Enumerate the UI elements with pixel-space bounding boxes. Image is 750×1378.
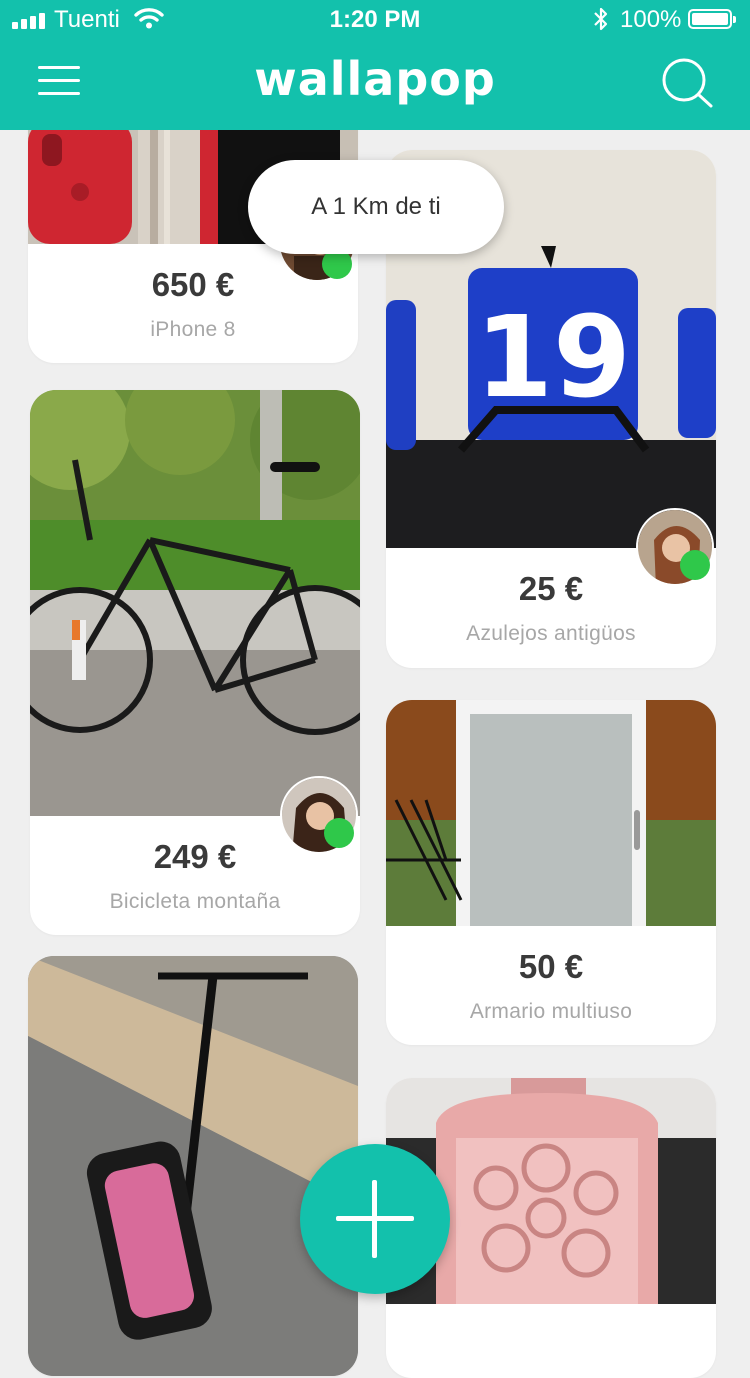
wallapop-logo: wallapop (254, 52, 496, 106)
product-title: iPhone 8 (150, 318, 236, 341)
product-title: Armario multiuso (469, 1000, 633, 1023)
product-price: 25 € (518, 570, 584, 607)
search-icon[interactable] (660, 58, 716, 110)
tile-number: 19 (475, 293, 631, 423)
product-image (30, 390, 360, 816)
product-price: 249 € (153, 838, 237, 875)
status-bar: Tuenti 1:20 PM 100% (0, 0, 750, 40)
product-title: Bicicleta montaña (109, 890, 281, 913)
top-bar: Tuenti 1:20 PM 100% wallapop (0, 0, 750, 130)
product-card[interactable]: 50 € Armario multiuso (386, 700, 716, 1045)
product-card[interactable] (28, 956, 358, 1376)
product-price: 50 € (518, 948, 584, 985)
battery-percentage: 100% (620, 6, 682, 33)
product-title: Azulejos antigüos (466, 622, 636, 645)
battery-icon (688, 9, 736, 29)
product-image (386, 700, 716, 926)
add-product-button[interactable] (300, 1144, 450, 1294)
bluetooth-icon (594, 7, 608, 31)
product-price: 650 € (151, 266, 235, 303)
product-image (28, 956, 358, 1376)
product-card[interactable]: 249 € Bicicleta montaña (30, 390, 360, 935)
distance-filter-pill[interactable]: A 1 Km de ti (248, 160, 504, 254)
